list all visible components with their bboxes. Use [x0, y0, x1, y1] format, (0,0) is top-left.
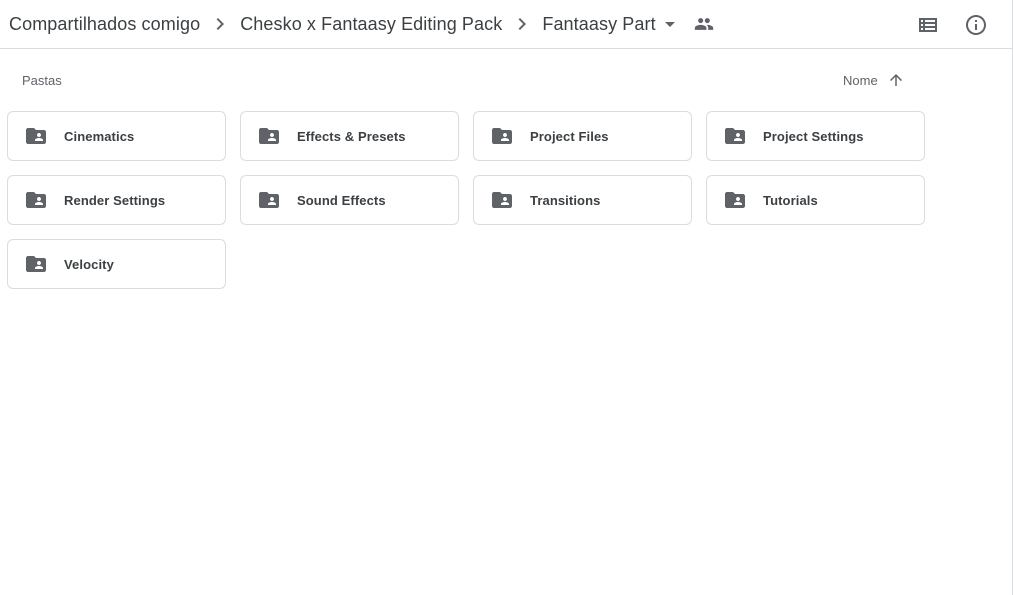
- folder-grid: Cinematics Effects & Presets Project Fil…: [7, 111, 925, 289]
- sort-label[interactable]: Nome: [843, 73, 878, 88]
- folder-card-project-files[interactable]: Project Files: [473, 111, 692, 161]
- shared-folder-icon: [490, 124, 514, 148]
- folder-name: Effects & Presets: [297, 128, 406, 144]
- chevron-right-icon: [502, 12, 542, 36]
- folder-name: Velocity: [64, 256, 114, 272]
- info-icon[interactable]: [956, 5, 996, 45]
- arrow-up-icon[interactable]: [886, 70, 906, 90]
- folder-name: Project Files: [530, 128, 609, 144]
- shared-folder-icon: [490, 188, 514, 212]
- breadcrumb-item-current[interactable]: Fantaasy Part: [542, 12, 655, 36]
- shared-folder-icon: [24, 124, 48, 148]
- shared-folder-icon: [24, 252, 48, 276]
- folder-card-sound-effects[interactable]: Sound Effects: [240, 175, 459, 225]
- folder-name: Render Settings: [64, 192, 166, 208]
- shared-folder-icon: [257, 188, 281, 212]
- folder-card-tutorials[interactable]: Tutorials: [706, 175, 925, 225]
- list-view-icon[interactable]: [908, 5, 948, 45]
- people-icon: [692, 12, 716, 36]
- drive-folder-page: Compartilhados comigo Chesko x Fantaasy …: [0, 0, 1013, 595]
- folder-card-render-settings[interactable]: Render Settings: [7, 175, 226, 225]
- arrow-drop-down-icon[interactable]: [658, 12, 682, 36]
- folder-name: Cinematics: [64, 128, 135, 144]
- sort-control[interactable]: Nome: [843, 69, 906, 91]
- folder-name: Project Settings: [763, 128, 864, 144]
- breadcrumb-item-pack[interactable]: Chesko x Fantaasy Editing Pack: [240, 12, 502, 36]
- breadcrumb-item-shared-with-me[interactable]: Compartilhados comigo: [9, 12, 200, 36]
- breadcrumb-current-folder[interactable]: Fantaasy Part: [542, 12, 681, 36]
- header-bar: Compartilhados comigo Chesko x Fantaasy …: [0, 0, 1012, 49]
- section-label-folders: Pastas: [22, 73, 62, 88]
- folder-card-transitions[interactable]: Transitions: [473, 175, 692, 225]
- folder-name: Transitions: [530, 192, 601, 208]
- folder-name: Tutorials: [763, 192, 818, 208]
- shared-folder-icon: [257, 124, 281, 148]
- chevron-right-icon: [200, 12, 240, 36]
- folder-card-cinematics[interactable]: Cinematics: [7, 111, 226, 161]
- shared-folder-icon: [24, 188, 48, 212]
- shared-folder-icon: [723, 188, 747, 212]
- folder-card-velocity[interactable]: Velocity: [7, 239, 226, 289]
- breadcrumb: Compartilhados comigo Chesko x Fantaasy …: [0, 0, 716, 49]
- folder-name: Sound Effects: [297, 192, 386, 208]
- folder-card-project-settings[interactable]: Project Settings: [706, 111, 925, 161]
- folder-card-effects-presets[interactable]: Effects & Presets: [240, 111, 459, 161]
- shared-folder-icon: [723, 124, 747, 148]
